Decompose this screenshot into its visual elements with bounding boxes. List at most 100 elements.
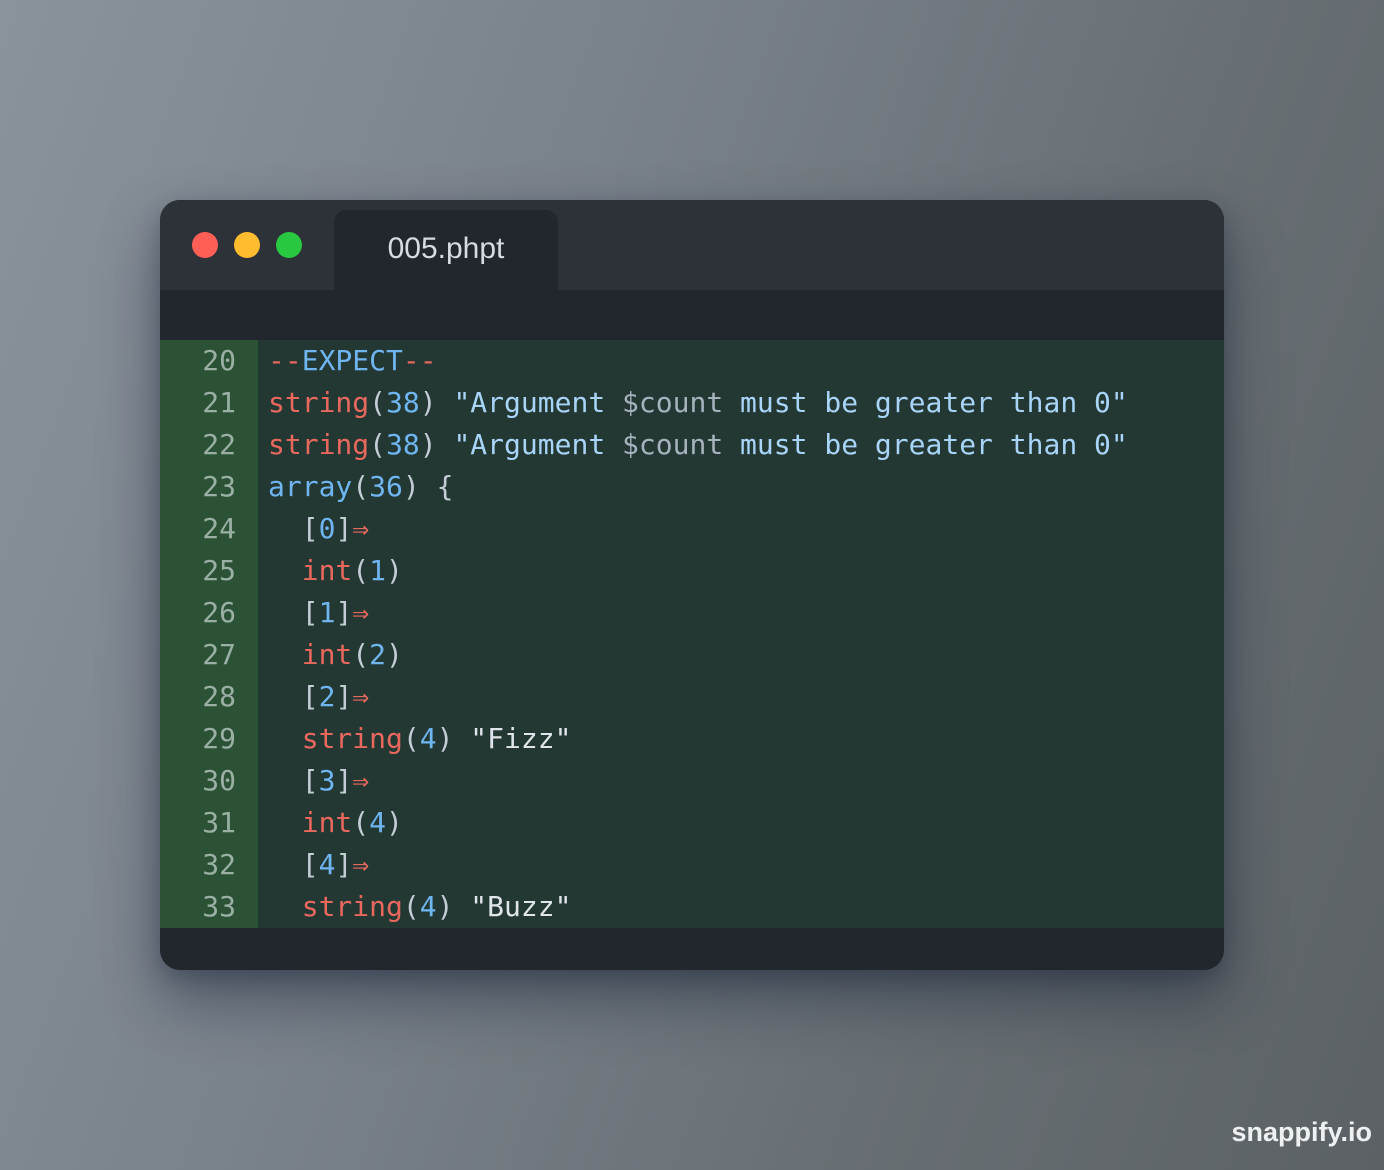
- code-line: 30 [3]⇒: [160, 760, 1224, 802]
- code-token: ): [419, 386, 454, 419]
- watermark: snappify.io: [1231, 1117, 1372, 1147]
- code-token: --: [268, 344, 302, 377]
- code-token: ⇒: [352, 764, 370, 797]
- code-line: 29 string(4) "Fizz": [160, 718, 1224, 760]
- line-number: 21: [202, 386, 236, 419]
- code-token: 3: [318, 764, 336, 797]
- code-token: (: [352, 554, 370, 587]
- code-text: --EXPECT--: [268, 340, 437, 382]
- line-number: 31: [202, 806, 236, 839]
- code-text: int(1): [268, 550, 403, 592]
- code-text: string(38) "Argument $count must be grea…: [268, 382, 1128, 424]
- code-token: string: [268, 890, 403, 923]
- code-token: "Buzz": [470, 890, 572, 923]
- code-token: (: [402, 722, 420, 755]
- code-token: ⇒: [352, 512, 370, 545]
- code-token: ]: [335, 680, 353, 713]
- code-token: EXPECT: [301, 344, 403, 377]
- code-token: string: [268, 428, 370, 461]
- code-token: 36: [369, 470, 403, 503]
- code-token: must be greater than 0": [723, 386, 1128, 419]
- code-token: 4: [419, 890, 437, 923]
- code-token: ]: [335, 512, 353, 545]
- code-text: string(4) "Fizz": [268, 718, 572, 760]
- code-line: 32 [4]⇒: [160, 844, 1224, 886]
- code-token: 4: [369, 806, 387, 839]
- code-token: ⇒: [352, 848, 370, 881]
- code-token: must be greater than 0": [723, 428, 1128, 461]
- code-token: ): [419, 428, 454, 461]
- code-token: ⇒: [352, 680, 370, 713]
- code-line: 31 int(4): [160, 802, 1224, 844]
- line-number: 24: [202, 512, 236, 545]
- code-token: string: [268, 386, 370, 419]
- code-text: string(4) "Buzz": [268, 886, 572, 928]
- code-token: int: [268, 638, 353, 671]
- code-token: 1: [369, 554, 387, 587]
- code-line: 23 array(36) {: [160, 466, 1224, 508]
- code-line: 20 --EXPECT--: [160, 340, 1224, 382]
- code-token: [: [268, 680, 319, 713]
- code-token: string: [268, 722, 403, 755]
- line-number: 29: [202, 722, 236, 755]
- code-text: array(36) {: [268, 466, 453, 508]
- line-number: 33: [202, 890, 236, 923]
- code-token: int: [268, 554, 353, 587]
- code-token: $count: [622, 386, 724, 419]
- code-text: int(4): [268, 802, 403, 844]
- line-number: 22: [202, 428, 236, 461]
- code-text: [1]⇒: [268, 592, 369, 634]
- line-number: 30: [202, 764, 236, 797]
- code-token: ]: [335, 764, 353, 797]
- minimize-window-button[interactable]: [234, 232, 260, 258]
- code-text: string(38) "Argument $count must be grea…: [268, 424, 1128, 466]
- code-line: 28 [2]⇒: [160, 676, 1224, 718]
- code-token: [: [268, 764, 319, 797]
- code-token: (: [352, 806, 370, 839]
- code-token: [: [268, 848, 319, 881]
- code-token: 1: [318, 596, 336, 629]
- code-window: 005.phpt 20 --EXPECT-- 21 string(38) "Argum…: [160, 200, 1224, 970]
- line-number: 32: [202, 848, 236, 881]
- line-number: 27: [202, 638, 236, 671]
- code-token: ]: [335, 596, 353, 629]
- line-number: 20: [202, 344, 236, 377]
- line-number: 26: [202, 596, 236, 629]
- file-tab[interactable]: 005.phpt: [334, 210, 558, 290]
- code-token: (: [369, 428, 387, 461]
- code-token: 4: [419, 722, 437, 755]
- maximize-window-button[interactable]: [276, 232, 302, 258]
- code-token: 2: [369, 638, 387, 671]
- code-token: 2: [318, 680, 336, 713]
- code-line: 27 int(2): [160, 634, 1224, 676]
- code-text: [0]⇒: [268, 508, 369, 550]
- code-line: 22 string(38) "Argument $count must be gr…: [160, 424, 1224, 466]
- code-token: ]: [335, 848, 353, 881]
- code-token: [: [268, 512, 319, 545]
- code-token: int: [268, 806, 353, 839]
- code-line: 33 string(4) "Buzz": [160, 886, 1224, 928]
- code-token: (: [352, 638, 370, 671]
- code-line: 25 int(1): [160, 550, 1224, 592]
- code-token: "Argument: [453, 428, 623, 461]
- code-token: (: [352, 470, 370, 503]
- code-token: array: [268, 470, 353, 503]
- code-token: $count: [622, 428, 724, 461]
- code-token: 38: [386, 386, 420, 419]
- code-token: "Argument: [453, 386, 623, 419]
- code-line: 24 [0]⇒: [160, 508, 1224, 550]
- line-number: 23: [202, 470, 236, 503]
- code-token: ): [436, 722, 471, 755]
- code-text: [2]⇒: [268, 676, 369, 718]
- code-token: (: [369, 386, 387, 419]
- code-token: ⇒: [352, 596, 370, 629]
- code-token: ) {: [402, 470, 454, 503]
- code-area: 20 --EXPECT-- 21 string(38) "Argument $coun…: [160, 340, 1224, 928]
- close-window-button[interactable]: [192, 232, 218, 258]
- code-line: 21 string(38) "Argument $count must be gr…: [160, 382, 1224, 424]
- code-token: (: [402, 890, 420, 923]
- code-text: int(2): [268, 634, 403, 676]
- code-line: 26 [1]⇒: [160, 592, 1224, 634]
- code-token: ): [436, 890, 471, 923]
- code-text: [4]⇒: [268, 844, 369, 886]
